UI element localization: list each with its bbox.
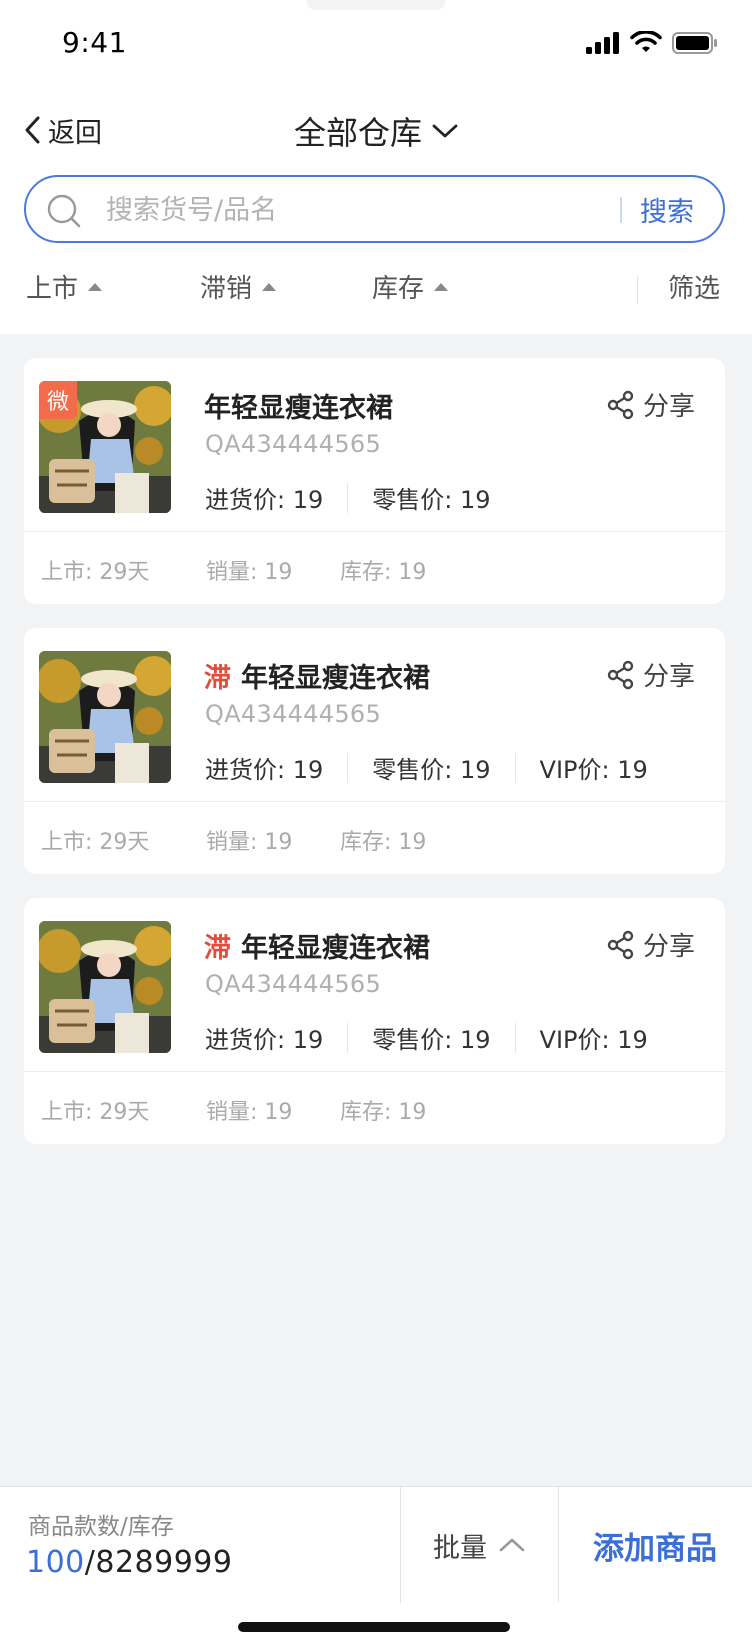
product-thumbnail: 微	[39, 381, 171, 513]
warehouse-selector[interactable]: 全部仓库	[0, 108, 752, 154]
sales-count: 销量: 19	[206, 1100, 293, 1125]
product-name: 年轻显瘦连衣裙	[241, 933, 430, 964]
filter-divider	[637, 276, 638, 304]
sort-by-listing[interactable]: 上市	[26, 268, 103, 305]
retail-price: 零售价: 19	[372, 1026, 491, 1054]
listing-days: 上市: 29天	[41, 560, 150, 585]
retail-price: 零售价: 19	[372, 486, 491, 514]
notch-indicator	[306, 0, 446, 10]
sort-label: 库存	[372, 274, 425, 304]
share-label: 分享	[642, 662, 695, 692]
page: 9:41 返回 全部仓库 搜索货号/品名 搜索 上市 滞销 库存 筛选 微 年轻…	[0, 0, 752, 1636]
sales-count: 销量: 19	[206, 830, 293, 855]
status-bar: 9:41	[0, 0, 752, 84]
slow-moving-tag: 滞	[204, 933, 231, 964]
price-divider	[347, 482, 349, 513]
sort-bar: 上市 滞销 库存 筛选	[0, 262, 752, 314]
price-divider	[514, 1022, 516, 1053]
wifi-icon	[630, 31, 662, 52]
chevron-down-icon	[432, 124, 458, 138]
battery-icon	[672, 32, 717, 54]
share-icon	[607, 930, 634, 959]
add-product-button[interactable]: 添加商品	[558, 1487, 752, 1603]
share-label: 分享	[642, 392, 695, 422]
product-sku: QA434444565	[205, 970, 382, 998]
product-sku: QA434444565	[205, 700, 382, 728]
product-list: 微 年轻显瘦连衣裙 QA434444565 分享 进货价: 19 零售价: 19	[24, 358, 725, 1168]
price-row: 进货价: 19 零售价: 19	[205, 480, 491, 515]
header-region: 9:41 返回 全部仓库 搜索货号/品名 搜索 上市 滞销 库存 筛选	[0, 0, 752, 334]
share-button[interactable]: 分享	[607, 656, 695, 693]
share-button[interactable]: 分享	[607, 926, 695, 963]
search-button[interactable]: 搜索	[640, 190, 694, 229]
search-input[interactable]	[106, 189, 606, 231]
filter-label: 筛选	[668, 274, 721, 304]
product-card[interactable]: 滞 年轻显瘦连衣裙 QA434444565 分享 进货价: 19 零售价: 19…	[24, 628, 725, 874]
product-title-row: 滞 年轻显瘦连衣裙	[204, 926, 430, 965]
product-card[interactable]: 微 年轻显瘦连衣裙 QA434444565 分享 进货价: 19 零售价: 19	[24, 358, 725, 604]
price-divider	[347, 1022, 349, 1053]
product-card[interactable]: 滞 年轻显瘦连衣裙 QA434444565 分享 进货价: 19 零售价: 19…	[24, 898, 725, 1144]
retail-price: 零售价: 19	[372, 756, 491, 784]
chevron-up-icon	[499, 1538, 525, 1552]
card-divider	[24, 531, 725, 532]
search-icon	[47, 194, 81, 228]
product-title-row: 滞 年轻显瘦连衣裙	[204, 656, 430, 695]
product-thumbnail	[39, 921, 171, 1053]
product-title-row: 年轻显瘦连衣裙	[204, 386, 393, 425]
sort-up-triangle-icon	[262, 282, 277, 291]
purchase-price: 进货价: 19	[205, 756, 324, 784]
sales-count: 销量: 19	[206, 560, 293, 585]
vip-price: VIP价: 19	[539, 1026, 648, 1054]
stock-count: 库存: 19	[340, 830, 427, 855]
price-row: 进货价: 19 零售价: 19 VIP价: 19	[205, 1020, 648, 1055]
card-divider	[24, 801, 725, 802]
listing-days: 上市: 29天	[41, 830, 150, 855]
sort-by-slow-moving[interactable]: 滞销	[200, 268, 277, 305]
listing-days: 上市: 29天	[41, 1100, 150, 1125]
price-divider	[347, 752, 349, 783]
sort-up-triangle-icon	[88, 282, 103, 291]
price-row: 进货价: 19 零售价: 19 VIP价: 19	[205, 750, 648, 785]
stock-total: /8289999	[84, 1545, 233, 1580]
batch-button[interactable]: 批量	[400, 1487, 558, 1603]
sort-by-stock[interactable]: 库存	[372, 268, 449, 305]
stock-count: 库存: 19	[340, 560, 427, 585]
batch-label: 批量	[433, 1532, 487, 1564]
summary-values: 100/8289999	[26, 1545, 232, 1580]
add-product-label: 添加商品	[593, 1530, 717, 1567]
vip-price: VIP价: 19	[539, 756, 648, 784]
share-icon	[607, 660, 634, 689]
sort-label: 滞销	[200, 274, 253, 304]
product-sku: QA434444565	[205, 430, 382, 458]
status-time: 9:41	[62, 26, 127, 59]
sort-label: 上市	[26, 274, 79, 304]
wei-badge: 微	[39, 381, 77, 419]
slow-moving-tag: 滞	[204, 663, 231, 694]
nav-bar: 返回 全部仓库	[0, 96, 752, 162]
status-icons	[586, 28, 718, 58]
search-divider	[620, 197, 622, 223]
product-thumbnail	[39, 651, 171, 783]
product-name: 年轻显瘦连衣裙	[204, 393, 393, 424]
share-label: 分享	[642, 932, 695, 962]
price-divider	[514, 752, 516, 783]
sort-up-triangle-icon	[434, 282, 449, 291]
search-bar: 搜索	[24, 175, 725, 243]
cellular-signal-icon	[586, 32, 619, 54]
share-icon	[607, 390, 634, 419]
bottom-bar: 商品款数/库存 100/8289999 批量 添加商品	[0, 1486, 752, 1636]
home-indicator	[238, 1622, 510, 1632]
summary-label: 商品款数/库存	[28, 1514, 174, 1540]
product-count: 100	[26, 1545, 85, 1580]
nav-title: 全部仓库	[293, 114, 422, 152]
purchase-price: 进货价: 19	[205, 486, 324, 514]
card-divider	[24, 1071, 725, 1072]
share-button[interactable]: 分享	[607, 386, 695, 423]
purchase-price: 进货价: 19	[205, 1026, 324, 1054]
product-name: 年轻显瘦连衣裙	[241, 663, 430, 694]
filter-button[interactable]: 筛选	[668, 268, 720, 305]
stock-count: 库存: 19	[340, 1100, 427, 1125]
